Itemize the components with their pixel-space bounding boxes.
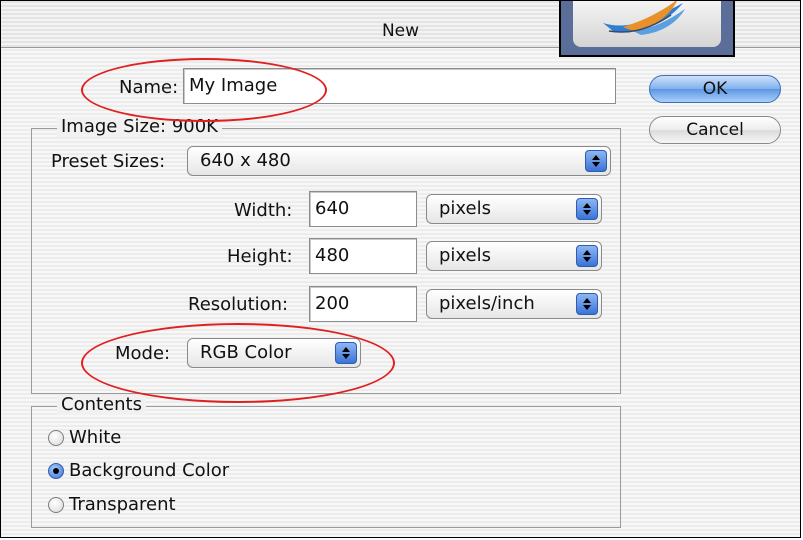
width-unit-value: pixels bbox=[439, 198, 491, 219]
resolution-input[interactable]: 200 bbox=[309, 286, 417, 322]
width-unit-select[interactable]: pixels bbox=[426, 194, 602, 224]
new-dialog-window: New Name: My Image OK Cancel Image Size:… bbox=[0, 0, 801, 538]
app-icon-tile bbox=[559, 0, 735, 57]
name-highlight-oval bbox=[81, 58, 327, 122]
contents-legend: Contents bbox=[57, 395, 146, 415]
radio-button-icon[interactable] bbox=[48, 497, 64, 513]
feather-app-icon bbox=[573, 1, 721, 47]
preset-sizes-label: Preset Sizes: bbox=[51, 151, 166, 172]
ok-button[interactable]: OK bbox=[649, 75, 781, 103]
width-label: Width: bbox=[234, 200, 293, 221]
preset-sizes-select[interactable]: 640 x 480 bbox=[187, 146, 611, 176]
width-input[interactable]: 640 bbox=[309, 191, 417, 227]
resolution-unit-value: pixels/inch bbox=[439, 293, 535, 314]
radio-white-label: White bbox=[69, 427, 122, 448]
radio-button-icon[interactable] bbox=[48, 463, 64, 479]
height-unit-value: pixels bbox=[439, 245, 491, 266]
up-down-arrows-icon bbox=[585, 150, 607, 172]
preset-sizes-value: 640 x 480 bbox=[200, 150, 291, 171]
up-down-arrows-icon bbox=[576, 245, 598, 267]
height-input[interactable]: 480 bbox=[309, 238, 417, 274]
height-unit-select[interactable]: pixels bbox=[426, 241, 602, 271]
radio-transparent-label: Transparent bbox=[69, 494, 176, 515]
up-down-arrows-icon bbox=[576, 293, 598, 315]
height-label: Height: bbox=[227, 246, 293, 267]
up-down-arrows-icon bbox=[576, 198, 598, 220]
mode-highlight-oval bbox=[81, 323, 395, 403]
cancel-button[interactable]: Cancel bbox=[649, 116, 781, 144]
resolution-unit-select[interactable]: pixels/inch bbox=[426, 289, 602, 319]
radio-button-icon[interactable] bbox=[48, 430, 64, 446]
resolution-label: Resolution: bbox=[188, 294, 289, 315]
radio-background-color-label: Background Color bbox=[69, 460, 230, 481]
